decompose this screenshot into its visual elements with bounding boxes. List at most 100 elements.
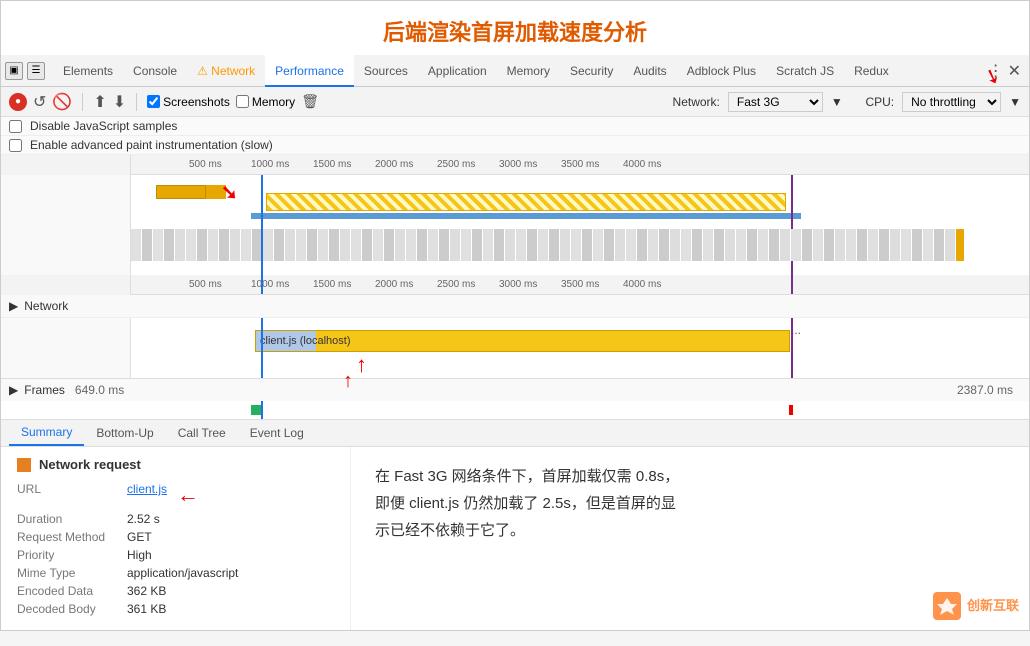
timeline-blue-bar [251, 213, 801, 219]
summary-panel: Network request URL client.js ← Duration… [1, 447, 1029, 630]
encoded-value: 362 KB [127, 584, 166, 598]
tab-icons: ▣ ☰ [5, 62, 45, 80]
summary-row-duration: Duration 2.52 s [17, 512, 334, 526]
frames-toggle-icon[interactable]: ▶ [9, 383, 18, 397]
clear-button[interactable]: 🚫 [52, 92, 72, 112]
mime-label: Mime Type [17, 566, 127, 580]
tick2-2000ms: 2000 ms [375, 275, 413, 294]
timeline-ruler-top: 500 ms 1000 ms 1500 ms 2000 ms 2500 ms 3… [1, 155, 1029, 175]
tick-1000ms: 1000 ms [251, 155, 289, 174]
summary-row-url: URL client.js ← [17, 482, 334, 508]
summary-row-decoded: Decoded Body 361 KB [17, 602, 334, 616]
disable-js-checkbox[interactable] [9, 120, 22, 133]
settings-icon[interactable]: ☰ [27, 62, 45, 80]
enable-paint-label: Enable advanced paint instrumentation (s… [30, 138, 273, 152]
memory-checkbox[interactable] [236, 95, 249, 108]
tick2-3000ms: 3000 ms [499, 275, 537, 294]
toolbar-right: ➘ Network: Fast 3G No throttling Slow 3G… [673, 92, 1021, 112]
dropdown-arrow-network: ▼ [831, 95, 843, 109]
tab-application[interactable]: Application [418, 55, 497, 87]
tab-performance[interactable]: Performance [265, 55, 354, 87]
tab-eventlog[interactable]: Event Log [238, 421, 316, 445]
tab-adblock[interactable]: Adblock Plus [677, 55, 766, 87]
client-js-bar-container: client.js (localhost) [255, 330, 790, 352]
decoded-label: Decoded Body [17, 602, 127, 616]
disable-js-label: Disable JavaScript samples [30, 119, 177, 133]
url-arrow: ← [177, 482, 199, 508]
tick2-1000ms: 1000 ms [251, 275, 289, 294]
bottom-tabs: Summary Bottom-Up Call Tree Event Log [1, 420, 1029, 447]
network-section-header: ▶ Network [1, 295, 1029, 318]
frame-red-marker [789, 405, 793, 415]
frames-section: ▶ Frames 649.0 ms 2387.0 ms [1, 379, 1029, 420]
screenshots-checkbox[interactable] [147, 95, 160, 108]
close-devtools-icon[interactable]: ✕ [1008, 61, 1021, 81]
network-arrow-annotation: ↑ [356, 352, 367, 378]
method-value: GET [127, 530, 152, 544]
summary-row-encoded: Encoded Data 362 KB [17, 584, 334, 598]
frames-title: Frames [24, 383, 65, 397]
upload-button[interactable]: ⬆ [93, 92, 106, 112]
blue-vertical-line-main [261, 175, 263, 275]
network-arrow-body: ↑ [343, 370, 353, 393]
devtools-container: 后端渲染首屏加载速度分析 ▣ ☰ Elements Console ⚠ Netw… [0, 0, 1030, 631]
page-title: 后端渲染首屏加载速度分析 [1, 1, 1029, 55]
network-section-title: Network [24, 299, 68, 313]
tab-security[interactable]: Security [560, 55, 623, 87]
decoded-value: 361 KB [127, 602, 166, 616]
frames-time2: 2387.0 ms [957, 383, 1013, 397]
tab-redux[interactable]: Redux [844, 55, 899, 87]
tab-calltree[interactable]: Call Tree [166, 421, 238, 445]
network-throttle-select[interactable]: Fast 3G No throttling Slow 3G Offline [728, 92, 823, 112]
tab-memory[interactable]: Memory [497, 55, 560, 87]
trash-button[interactable]: 🗑 [301, 93, 319, 110]
toolbar: ● ↺ 🚫 ⬆ ⬇ Screenshots Memory 🗑 ➘ Network… [1, 87, 1029, 117]
tick2-2500ms: 2500 ms [437, 275, 475, 294]
method-label: Request Method [17, 530, 127, 544]
tick-4000ms: 4000 ms [623, 155, 661, 174]
reload-button[interactable]: ↺ [33, 92, 46, 112]
enable-paint-checkbox[interactable] [9, 139, 22, 152]
tick2-4000ms: 4000 ms [623, 275, 661, 294]
cpu-throttle-select[interactable]: No throttling 4x slowdown 6x slowdown [902, 92, 1001, 112]
toolbar-separator-1 [82, 93, 83, 111]
screenshots-check[interactable]: Screenshots [147, 95, 230, 109]
tab-sources[interactable]: Sources [354, 55, 418, 87]
timeline-main: ➘ [1, 175, 1029, 275]
tab-console[interactable]: Console [123, 55, 187, 87]
client-js-label: client.js (localhost) [260, 335, 350, 347]
tab-network[interactable]: ⚠ Network [187, 55, 265, 87]
purple-line-network [791, 318, 793, 378]
tick2-1500ms: 1500 ms [313, 275, 351, 294]
tab-scratch[interactable]: Scratch JS [766, 55, 844, 87]
record-button[interactable]: ● [9, 93, 27, 111]
timeline-ruler-bottom: 500 ms 1000 ms 1500 ms 2000 ms 2500 ms 3… [1, 275, 1029, 295]
cpu-label: CPU: [865, 95, 894, 109]
download-button[interactable]: ⬇ [113, 92, 126, 112]
url-value[interactable]: client.js [127, 482, 167, 496]
duration-value: 2.52 s [127, 512, 160, 526]
tab-bar: ▣ ☰ Elements Console ⚠ Network Performan… [1, 55, 1029, 87]
summary-row-mime: Mime Type application/javascript [17, 566, 334, 580]
blue-line-frames [261, 401, 263, 419]
tick-2500ms: 2500 ms [437, 155, 475, 174]
dock-icon[interactable]: ▣ [5, 62, 23, 80]
memory-check[interactable]: Memory [236, 95, 295, 109]
tick-1500ms: 1500 ms [313, 155, 351, 174]
priority-label: Priority [17, 548, 127, 562]
network-label: Network: [673, 95, 720, 109]
toolbar-separator-2 [136, 93, 137, 111]
network-body: client.js (localhost) ↑ ↑ ... [1, 318, 1029, 378]
purple-line-ruler2 [791, 275, 793, 294]
tick-3500ms: 3500 ms [561, 155, 599, 174]
summary-left: Network request URL client.js ← Duration… [1, 447, 351, 630]
tab-bottomup[interactable]: Bottom-Up [84, 421, 165, 445]
tab-audits[interactable]: Audits [623, 55, 676, 87]
tab-elements[interactable]: Elements [53, 55, 123, 87]
annotation-text: 在 Fast 3G 网络条件下，首屏加载仅需 0.8s， 即便 client.j… [375, 463, 1005, 544]
blue-line-network [261, 318, 263, 378]
network-toggle-icon[interactable]: ▶ [9, 299, 18, 313]
tab-summary[interactable]: Summary [9, 420, 84, 446]
tick2-3500ms: 3500 ms [561, 275, 599, 294]
timeline-loading-bar [266, 193, 786, 211]
